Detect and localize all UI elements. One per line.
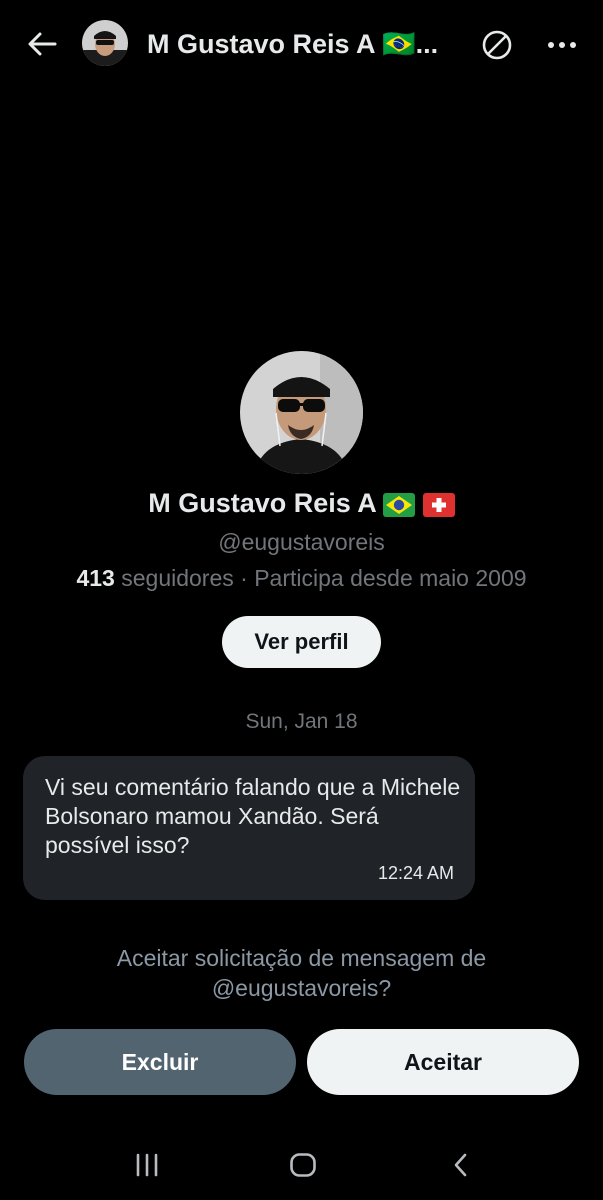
block-icon (482, 30, 512, 60)
more-dots-icon (548, 42, 576, 48)
home-icon (290, 1153, 316, 1177)
more-options-button[interactable] (542, 28, 582, 62)
block-button[interactable] (480, 28, 514, 62)
view-profile-button[interactable]: Ver perfil (222, 616, 381, 668)
followers-label: seguidores · Participa desde maio 2009 (121, 565, 527, 591)
profile-name-text: M Gustavo Reis A (148, 488, 376, 518)
top-bar: M Gustavo Reis A 🇧🇷... (0, 0, 603, 90)
nav-back-button[interactable] (444, 1150, 478, 1180)
system-nav-bar (0, 1130, 603, 1200)
header-avatar[interactable] (82, 20, 128, 66)
delete-button[interactable]: Excluir (24, 1029, 296, 1095)
accept-button[interactable]: Aceitar (307, 1029, 579, 1095)
avatar-image (82, 20, 128, 66)
switzerland-flag-icon (422, 492, 455, 517)
back-button[interactable] (24, 26, 60, 62)
header-title[interactable]: M Gustavo Reis A 🇧🇷... (147, 26, 447, 62)
profile-avatar[interactable] (240, 351, 363, 474)
message-time: 12:24 AM (377, 863, 454, 883)
brazil-flag-icon (383, 492, 416, 517)
nav-back-icon (454, 1153, 467, 1177)
avatar-image (240, 351, 363, 474)
message-text: Vi seu comentário falando que a Michele … (45, 774, 461, 858)
profile-name: M Gustavo Reis A (0, 485, 603, 521)
date-separator: Sun, Jan 18 (245, 710, 358, 733)
followers-count: 413 (76, 565, 115, 591)
home-button[interactable] (286, 1150, 320, 1180)
profile-meta: 413 seguidores · Participa desde maio 20… (0, 562, 603, 594)
message-bubble[interactable]: Vi seu comentário falando que a Michele … (23, 756, 475, 900)
arrow-left-icon (28, 32, 57, 56)
recent-apps-button[interactable] (130, 1150, 164, 1180)
profile-handle: @eugustavoreis (218, 529, 385, 555)
recent-apps-icon (136, 1153, 158, 1177)
request-prompt: Aceitar solicitação de mensagem de @eugu… (116, 945, 487, 1001)
